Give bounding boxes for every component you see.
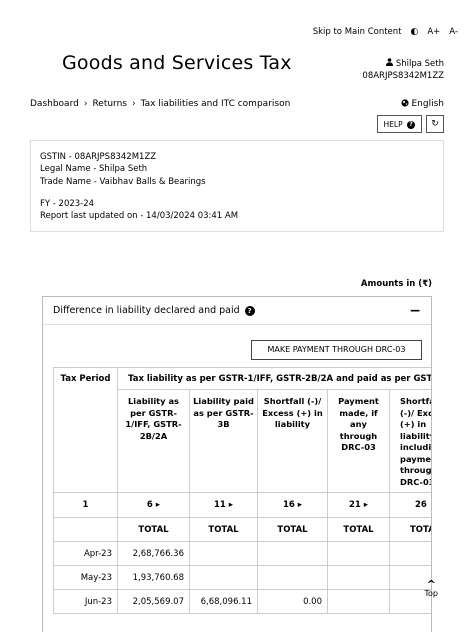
breadcrumb-dashboard[interactable]: Dashboard (30, 99, 79, 109)
taxpayer-info-box: GSTIN - 08ARJPS8342M1ZZ Legal Name - Shi… (30, 140, 444, 232)
total-label: TOTAL (327, 517, 390, 542)
value-cell (257, 565, 328, 590)
user-info[interactable]: Shilpa Seth 08ARJPS8342M1ZZ (362, 58, 444, 82)
value-cell (327, 541, 390, 566)
help-label: HELP (383, 119, 403, 129)
value-cell (189, 541, 258, 566)
breadcrumb-separator: › (83, 99, 88, 109)
column-index-link[interactable]: 16 ▸ (257, 492, 328, 518)
tax-period-header: Tax Period (53, 367, 118, 493)
breadcrumb-separator: › (132, 99, 136, 109)
user-gstin: 08ARJPS8342M1ZZ (362, 71, 444, 81)
user-name: Shilpa Seth (395, 59, 444, 69)
period-cell: May-23 (53, 565, 118, 590)
table-row: Apr-23 2,68,766.36 (53, 541, 431, 566)
back-to-top-label: Top (424, 589, 439, 598)
value-cell (327, 565, 390, 590)
col-header-drc03-payment: Payment made, if any through DRC-03 (327, 389, 390, 493)
trade-name-text: Trade Name - Vaibhav Balls & Bearings (40, 176, 206, 187)
liability-table: Tax Period Tax liability as per GSTR-1/I… (53, 367, 431, 614)
value-cell (257, 541, 328, 566)
action-buttons: HELP ? ↻ (376, 115, 444, 133)
group-header: Tax liability as per GSTR-1/IFF, GSTR-2B… (116, 367, 431, 390)
column-index-link[interactable]: 21 ▸ (327, 492, 390, 518)
period-cell: Jun-23 (53, 589, 118, 614)
gstin-text: GSTIN - 08ARJPS8342M1ZZ (40, 152, 157, 162)
breadcrumb: Dashboard › Returns › Tax liabilities an… (30, 99, 290, 109)
help-icon: ? (407, 120, 415, 129)
breadcrumb-returns[interactable]: Returns (92, 99, 127, 109)
empty-cell (53, 517, 118, 542)
page-title: Goods and Services Tax (62, 52, 292, 74)
panel-title: Difference in liability declared and pai… (53, 305, 240, 316)
accessibility-bar: Skip to Main Content ◐ A+ A- (313, 27, 458, 37)
globe-icon (401, 99, 412, 109)
liability-table-wrapper[interactable]: Tax Period Tax liability as per GSTR-1/I… (53, 367, 431, 632)
collapse-icon[interactable]: − (409, 303, 421, 319)
user-icon (386, 58, 396, 68)
value-cell: 0.00 (257, 589, 328, 614)
language-selector[interactable]: English (401, 99, 444, 109)
value-cell: 2,05,569.07 (117, 589, 190, 614)
refresh-icon: ↻ (431, 119, 439, 129)
value-cell (327, 589, 390, 614)
back-to-top-button[interactable]: ^ Top (424, 578, 439, 598)
legal-name-text: Legal Name - Shilpa Seth (40, 164, 148, 175)
total-label: TOTAL (257, 517, 328, 542)
column-index-link[interactable]: 26 (388, 492, 431, 518)
col-header-shortfall-incl-drc03: Shortfall (-)/ Excess (+) in liability i… (388, 389, 431, 493)
value-cell (388, 541, 431, 566)
value-cell (189, 565, 258, 590)
question-icon[interactable]: ? (244, 305, 255, 316)
make-payment-drc03-button[interactable]: MAKE PAYMENT THROUGH DRC-03 (251, 340, 422, 360)
value-cell: 6,68,096.11 (189, 589, 258, 614)
value-cell: 2,68,766.36 (117, 541, 190, 566)
table-row: Jun-23 2,05,569.07 6,68,096.11 0.00 (53, 589, 431, 614)
chevron-up-icon: ^ (426, 578, 436, 591)
total-label: TOTAL (388, 517, 431, 542)
liability-difference-panel: Difference in liability declared and pai… (42, 296, 432, 632)
panel-header[interactable]: Difference in liability declared and pai… (43, 297, 431, 325)
total-label: TOTAL (189, 517, 258, 542)
column-index-link[interactable]: 6 ▸ (117, 492, 190, 518)
contrast-icon[interactable]: ◐ (411, 27, 419, 37)
language-label: English (411, 99, 445, 109)
index-cell: 1 (53, 492, 118, 518)
col-header-liability-gstr1: Liability as per GSTR-1/IFF, GSTR-2B/2A (117, 389, 190, 493)
total-label: TOTAL (117, 517, 190, 542)
column-index-link[interactable]: 11 ▸ (189, 492, 258, 518)
last-updated-text: Report last updated on - 14/03/2024 03:4… (40, 211, 239, 222)
amounts-unit-label: Amounts in (₹) (360, 279, 432, 289)
table-row: May-23 1,93,760.68 (53, 565, 431, 590)
skip-to-content-link[interactable]: Skip to Main Content (313, 27, 402, 37)
font-increase-button[interactable]: A+ (427, 27, 440, 37)
col-header-paid-gstr3b: Liability paid as per GSTR-3B (189, 389, 258, 493)
font-decrease-button[interactable]: A- (449, 27, 458, 37)
fy-text: FY - 2023-24 (40, 198, 95, 209)
col-header-shortfall: Shortfall (-)/ Excess (+) in liability (257, 389, 328, 493)
period-cell: Apr-23 (53, 541, 118, 566)
breadcrumb-current: Tax liabilities and ITC comparison (140, 99, 291, 109)
value-cell: 1,93,760.68 (117, 565, 190, 590)
refresh-button[interactable]: ↻ (426, 115, 444, 133)
help-button[interactable]: HELP ? (376, 115, 422, 133)
